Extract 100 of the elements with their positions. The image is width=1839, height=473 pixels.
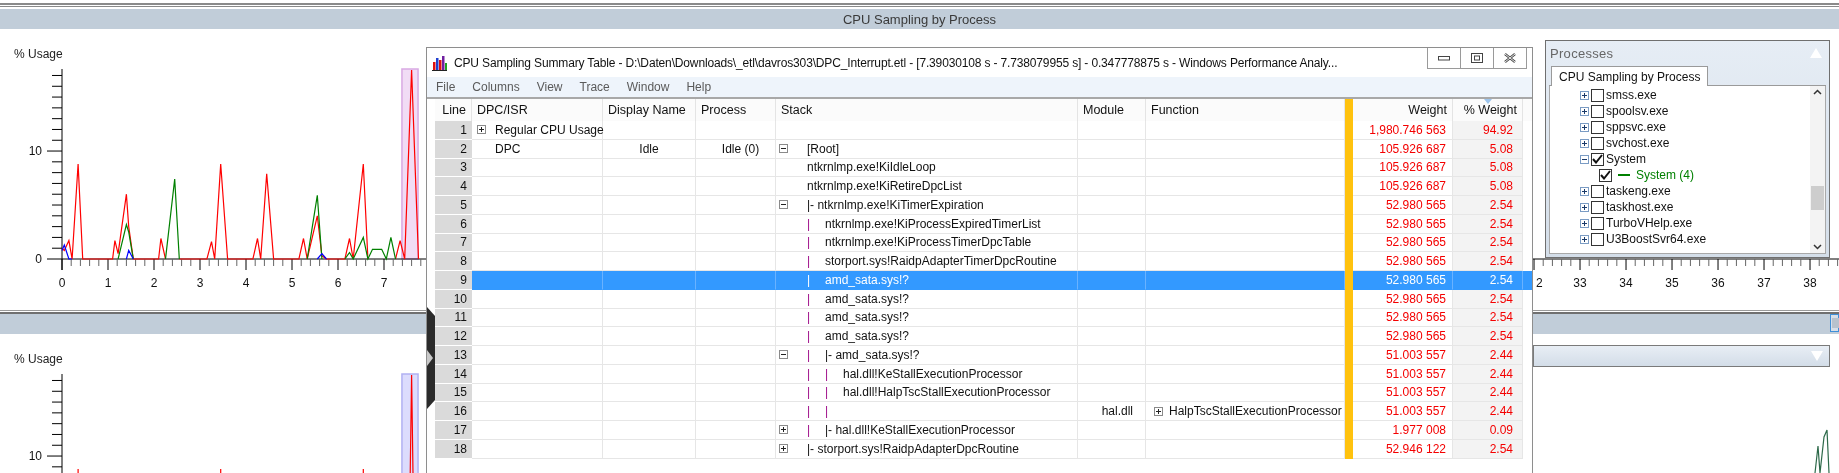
pane-menu-icon[interactable] [1830,314,1839,332]
tree-toggle[interactable] [1580,138,1589,148]
menu-item[interactable]: File [433,80,459,94]
axis-title: % Usage [14,352,63,366]
checkbox[interactable] [1591,232,1604,246]
table-cell: 105.926 687 [1379,160,1446,175]
tick-label: 34 [1619,276,1633,290]
table-cell: 51.003 557 [1385,404,1446,419]
table-cell: 52.980 565 [1385,310,1446,325]
scrollbar-thumb[interactable] [1811,186,1824,210]
tree-toggle[interactable] [1580,218,1589,228]
checkbox[interactable] [1591,200,1604,214]
splitter-handle-icon[interactable] [427,307,435,409]
stack-frame: amd_sata.sys!? [825,310,910,325]
checkbox[interactable] [1591,104,1604,118]
pane-header: CPU Sampling by Process [0,9,1839,29]
stack-frame: |- amd_sata.sys!? [825,347,920,362]
tree-toggle[interactable] [1580,186,1589,196]
tree-toggle[interactable] [1580,234,1589,244]
table-cell: 105.926 687 [1379,141,1446,156]
stack-frame: ntkrnlmp.exe!KiProcessTimerDpcTable [825,235,1032,250]
tick-label: 2 [1536,276,1543,290]
close-button[interactable] [1493,48,1527,69]
stack-frame: hal.dll!HalpTscStallExecutionProcessor [843,385,1051,400]
line-number: 16 [435,402,472,421]
tick-label: 38 [1803,276,1817,290]
process-name[interactable]: svchost.exe [1606,136,1670,150]
table-cell: 2.54 [1489,441,1513,456]
stack-frame: amd_sata.sys!? [825,329,910,344]
tree-toggle[interactable] [1580,202,1589,212]
process-name[interactable]: taskeng.exe [1606,184,1671,198]
tree-guide: | [825,404,830,419]
process-name[interactable]: sppsvc.exe [1606,120,1667,134]
checkbox[interactable] [1591,88,1604,102]
process-name[interactable]: System [1606,152,1646,166]
table-cell: 2.54 [1489,310,1513,325]
table-cell: hal.dll [1101,404,1133,419]
checkbox[interactable] [1591,136,1604,150]
table-cell: 51.003 557 [1385,385,1446,400]
table-cell: 2.54 [1489,272,1513,287]
table-cell: 52.980 565 [1385,329,1446,344]
scroll-down-icon[interactable] [1813,244,1822,250]
tree-toggle[interactable] [1580,154,1589,164]
tree-guide: | [807,254,812,269]
table-cell: HalpTscStallExecutionProcessor [1169,404,1342,419]
tree-toggle[interactable] [779,350,788,360]
checkbox[interactable] [1599,168,1612,182]
table-cell: 52.980 565 [1385,235,1446,250]
stack-frame: hal.dll!KeStallExecutionProcessor [843,366,1023,381]
table-cell: Idle [639,141,659,156]
line-number: 1 [435,121,472,140]
scroll-up-icon[interactable] [1813,89,1822,95]
tree-toggle[interactable] [779,425,788,435]
table-cell: 52.980 565 [1385,272,1446,287]
tree-toggle[interactable] [779,144,788,154]
tab[interactable]: CPU Sampling by Process [1551,66,1709,86]
process-name[interactable]: taskhost.exe [1606,200,1674,214]
panel-title: Processes [1550,45,1614,61]
tree-toggle[interactable] [1154,406,1163,416]
menu-item[interactable]: Help [683,80,715,94]
table-cell: 105.926 687 [1379,179,1446,194]
menu-item[interactable]: Trace [576,80,613,94]
menu-item[interactable]: View [533,80,566,94]
tree-toggle[interactable] [1580,122,1589,132]
table-cell: 2.54 [1489,197,1513,212]
tree-toggle[interactable] [779,444,788,454]
process-name[interactable]: U3BoostSvr64.exe [1606,232,1707,246]
tick-label: 33 [1573,276,1587,290]
checkbox[interactable] [1591,216,1604,230]
table-cell: 52.946 122 [1385,441,1446,456]
tick-label: 1 [104,276,112,290]
tree-toggle[interactable] [779,200,788,210]
tree-toggle[interactable] [477,125,486,135]
chart-icon [432,54,447,71]
tree-toggle[interactable] [1580,106,1589,116]
process-name[interactable]: smss.exe [1606,88,1657,102]
line-number: 13 [435,346,472,365]
checkbox[interactable] [1591,184,1604,198]
panel-header[interactable] [1533,345,1830,367]
process-name[interactable]: spoolsv.exe [1606,104,1669,118]
minimize-button[interactable] [1427,48,1461,69]
tick-label: 6 [334,276,342,290]
tick-label: 4 [242,276,250,290]
stack-frame: ntkrnlmp.exe!KiProcessExpiredTimerList [825,216,1041,231]
menu-item[interactable]: Window [623,80,673,94]
table-cell: 0.09 [1489,422,1513,437]
minimize-icon [1438,55,1450,61]
table-cell: 2.44 [1489,385,1513,400]
table-row[interactable]: 9 | amd_sata.sys!? 52.980 565 2.54 [435,271,1532,290]
checkbox[interactable] [1591,120,1604,134]
tree-toggle[interactable] [1580,90,1589,100]
stack-frame: ntkrnlmp.exe!KiRetireDpcList [807,179,962,194]
process-name[interactable]: System (4) [1636,168,1694,182]
menu-item[interactable]: Columns [469,80,523,94]
tick-label: 2 [150,276,158,290]
checkbox[interactable] [1591,152,1604,166]
window-title: CPU Sampling Summary Table - D:\Daten\Downloads\_etl\davros303\DPC_Interrupt.etl - [7.39030108 s - 7.738079955 s] - 0.347778875 s - Windows Performance Analy... [454,55,1338,70]
process-name[interactable]: TurboVHelp.exe [1606,216,1693,230]
line-number: 8 [435,252,472,271]
tick-label: 0 [58,276,66,290]
